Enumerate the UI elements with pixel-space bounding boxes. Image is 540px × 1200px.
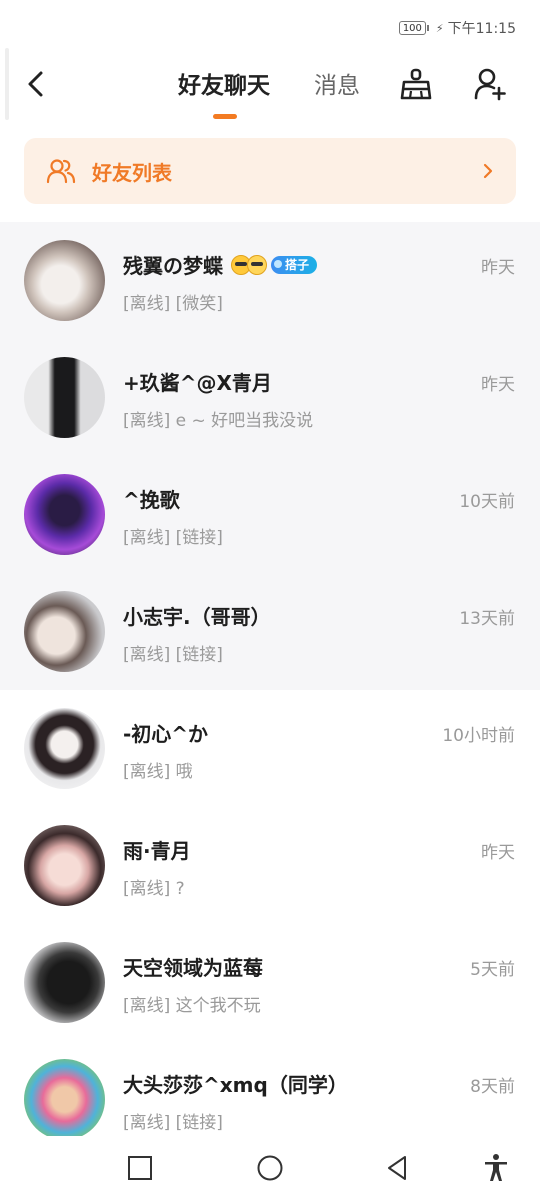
chat-row[interactable]: ^挽歌 10天前 [离线] [链接]	[0, 456, 540, 573]
chat-preview: [离线] ?	[123, 879, 185, 899]
chat-name: 天空领域为蓝莓	[123, 956, 263, 980]
chevron-right-icon	[482, 162, 494, 180]
chat-preview: [离线] [链接]	[123, 645, 223, 665]
chat-time: 5天前	[470, 960, 515, 980]
chat-preview: [离线] 这个我不玩	[123, 996, 261, 1016]
tab-messages[interactable]: 消息	[314, 66, 360, 100]
users-icon	[46, 159, 76, 184]
chat-name: +玖酱^@X青月	[123, 371, 272, 395]
broom-icon	[400, 68, 432, 100]
chat-preview: [离线] [微笑]	[123, 294, 223, 314]
recent-apps-button[interactable]	[120, 1148, 160, 1188]
chat-time: 13天前	[459, 609, 515, 629]
add-user-icon	[474, 68, 506, 101]
chat-time: 8天前	[470, 1077, 515, 1097]
add-friend-button[interactable]	[470, 64, 510, 104]
status-bar: 100 ⚡ 下午11:15	[0, 0, 540, 56]
chat-time: 昨天	[481, 375, 515, 395]
chat-row[interactable]: 残翼の梦蝶 搭子 昨天 [离线] [微笑]	[0, 222, 540, 339]
friend-list-label: 好友列表	[92, 160, 172, 185]
chat-preview: [离线] [链接]	[123, 528, 223, 548]
avatar	[24, 591, 105, 672]
chat-name: 大头莎莎^xmq（同学）	[123, 1073, 348, 1097]
accessibility-button[interactable]	[476, 1148, 516, 1188]
back-nav-button[interactable]	[378, 1148, 418, 1188]
home-button[interactable]	[250, 1148, 290, 1188]
header: 好友聊天 消息	[0, 48, 540, 120]
square-icon	[128, 1156, 152, 1180]
back-button[interactable]	[16, 64, 56, 104]
chat-name: 残翼の梦蝶 搭子	[123, 250, 318, 279]
avatar	[24, 474, 105, 555]
accessibility-icon	[485, 1154, 507, 1181]
avatar	[24, 357, 105, 438]
status-time: 下午11:15	[447, 21, 516, 37]
chat-preview: [离线] e ~ 好吧当我没说	[123, 411, 314, 431]
chat-row[interactable]: +玖酱^@X青月 昨天 [离线] e ~ 好吧当我没说	[0, 339, 540, 456]
chat-name: ^挽歌	[123, 488, 180, 512]
tab-friend-chat[interactable]: 好友聊天	[178, 66, 270, 100]
system-nav-bar	[0, 1136, 540, 1200]
chat-row[interactable]: 大头莎莎^xmq（同学） 8天前 [离线] [链接]	[0, 1041, 540, 1136]
circle-icon	[257, 1155, 283, 1181]
chat-row[interactable]: 天空领域为蓝莓 5天前 [离线] 这个我不玩	[0, 924, 540, 1041]
chat-row[interactable]: -初心^か 10小时前 [离线] 哦	[0, 690, 540, 807]
edge-divider	[5, 48, 9, 120]
chat-preview: [离线] 哦	[123, 762, 193, 782]
chat-time: 10天前	[459, 492, 515, 512]
triangle-back-icon	[388, 1156, 406, 1180]
chat-name-text: 残翼の梦蝶	[123, 254, 223, 278]
tag-badge: 搭子	[271, 255, 318, 274]
clear-button[interactable]	[396, 64, 436, 104]
chat-row[interactable]: 小志宇.（哥哥） 13天前 [离线] [链接]	[0, 573, 540, 690]
chat-time: 昨天	[481, 843, 515, 863]
charging-icon: ⚡	[435, 21, 444, 35]
battery-level: 100	[402, 22, 422, 34]
chat-time: 昨天	[481, 258, 515, 278]
chat-list[interactable]: 残翼の梦蝶 搭子 昨天 [离线] [微笑] +玖酱^@X青月 昨天 [离线] e…	[0, 222, 540, 1136]
chat-name: 雨·青月	[123, 839, 191, 863]
friend-list-button[interactable]: 好友列表	[24, 138, 516, 204]
avatar	[24, 942, 105, 1023]
back-arrow-icon	[28, 71, 43, 97]
chat-preview: [离线] [链接]	[123, 1113, 223, 1133]
emoji-badge-icon	[231, 254, 267, 275]
avatar	[24, 1059, 105, 1136]
active-tab-indicator	[213, 114, 237, 119]
battery-icon: 100	[398, 21, 430, 35]
chat-name: -初心^か	[123, 722, 209, 746]
chat-name: 小志宇.（哥哥）	[123, 605, 271, 629]
chat-row[interactable]: 雨·青月 昨天 [离线] ?	[0, 807, 540, 924]
avatar	[24, 240, 105, 321]
avatar	[24, 825, 105, 906]
chat-time: 10小时前	[442, 726, 515, 746]
avatar	[24, 708, 105, 789]
